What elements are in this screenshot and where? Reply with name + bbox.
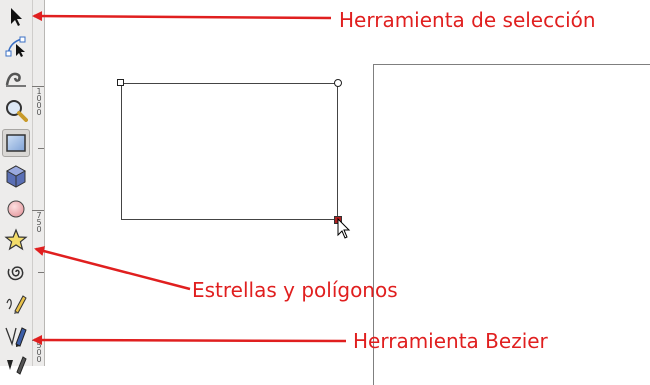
arrow-bezier (32, 335, 347, 346)
annotation-selection-label: Herramienta de selección (339, 8, 596, 32)
annotation-stars-label: Estrellas y polígonos (192, 278, 398, 302)
annotation-arrows (32, 11, 347, 346)
annotation-bezier-label: Herramienta Bezier (353, 329, 548, 353)
arrow-stars (34, 246, 191, 291)
arrow-selection (32, 11, 332, 22)
